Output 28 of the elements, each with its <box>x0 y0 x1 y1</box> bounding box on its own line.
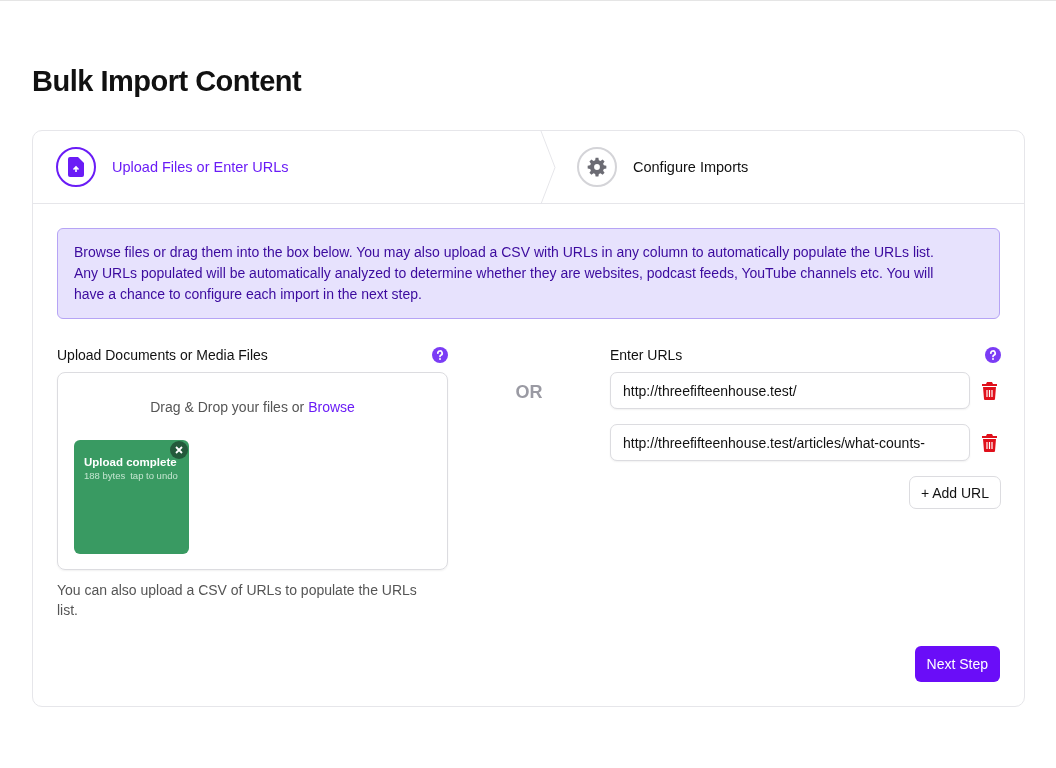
delete-button[interactable] <box>982 381 997 400</box>
wizard-step[interactable]: Configure Imports <box>554 131 749 203</box>
csv-note: You can also upload a CSV of URLs to populate the URLs list. <box>57 581 418 620</box>
url-input[interactable]: http://threefifteenhouse.test/articles/what-counts- <box>610 424 970 461</box>
wizard-step[interactable]: Upload Files or Enter URLs <box>33 131 540 203</box>
trash-icon <box>982 433 997 452</box>
upload-label: Upload Documents or Media Files <box>57 347 268 363</box>
next-step-button[interactable]: Next Step <box>914 646 1000 682</box>
urls-label: Enter URLs <box>610 347 683 363</box>
file-size: 188 bytes <box>84 470 126 481</box>
upload-status: Upload complete <box>84 456 178 468</box>
help-icon[interactable] <box>432 347 448 363</box>
remove-button[interactable] <box>170 441 188 459</box>
undo-hint: tap to undo <box>130 470 178 481</box>
file-upload-icon <box>68 157 84 177</box>
trash-icon <box>982 381 997 400</box>
close-icon <box>175 446 183 454</box>
browse-link[interactable]: Browse <box>308 399 355 415</box>
info-banner: Browse files or drag them into the box below. You may also upload a CSV with URLs in any column to automatically populate the URLs list. Any URLs populated will be automatically analyzed to determine whether they are websites, podcast feeds, YouTube channels etc. You will have a chance to configure each import in the next step. <box>57 228 1000 319</box>
delete-button[interactable] <box>982 433 997 452</box>
page-title: Bulk Import Content <box>32 65 303 98</box>
gear-icon <box>587 157 607 177</box>
help-icon[interactable] <box>985 347 1001 363</box>
drop-zone[interactable]: Drag & Drop your files or Browse Upload complete 188 bytes tap to undo <box>57 372 448 570</box>
drop-text: Drag & Drop your files or Browse <box>149 399 356 415</box>
add-url-button[interactable]: + Add URL <box>908 476 1001 509</box>
url-input[interactable]: http://threefifteenhouse.test/ <box>610 372 970 409</box>
or-separator: OR <box>514 381 544 404</box>
